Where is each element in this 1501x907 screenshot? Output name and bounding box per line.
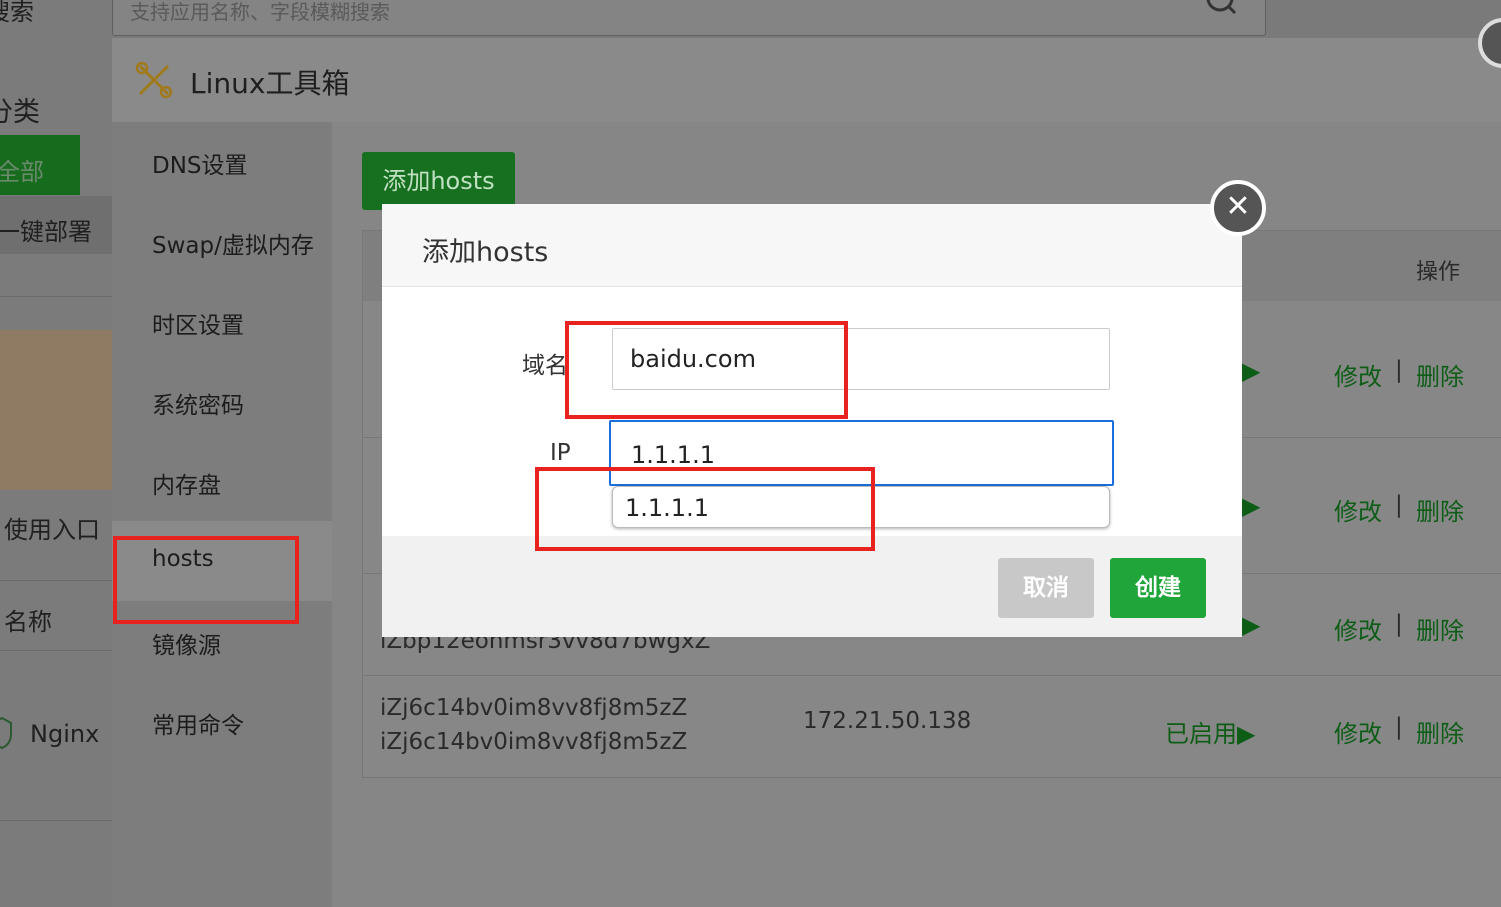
table-header-op: 操作	[1416, 260, 1461, 285]
annotation-box-domain	[565, 321, 848, 419]
add-hosts-button[interactable]: 添加hosts	[362, 152, 515, 210]
sidebar-item-mirror[interactable]: 镜像源	[152, 626, 221, 660]
app-recent-label: 使用入口	[4, 516, 100, 544]
app-divider	[0, 820, 112, 821]
host-name: iZj6c14bv0im8vv8fj8m5zZ	[380, 695, 688, 721]
status-toggle[interactable]: 已启用▶	[1165, 714, 1255, 749]
sidebar-item-commands[interactable]: 常用命令	[152, 706, 244, 740]
status-arrow-icon[interactable]: ▶	[1242, 357, 1260, 385]
shield-icon	[0, 716, 12, 750]
delete-link[interactable]: 删除	[1416, 492, 1464, 527]
close-icon[interactable]: ✕	[1210, 180, 1266, 236]
delete-link[interactable]: 删除	[1416, 611, 1464, 646]
app-search-placeholder: 支持应用名称、字段模糊搜索	[130, 0, 390, 24]
delete-link[interactable]: 删除	[1416, 714, 1464, 749]
sidebar-item-swap[interactable]: Swap/虚拟内存	[152, 226, 314, 260]
edit-link[interactable]: 修改	[1334, 611, 1382, 646]
edit-link[interactable]: 修改	[1334, 357, 1382, 392]
table-row-divider	[363, 675, 1501, 676]
host-ip: 172.21.50.138	[803, 708, 972, 734]
sidebar-item-password[interactable]: 系统密码	[152, 386, 244, 420]
edit-link[interactable]: 修改	[1334, 714, 1382, 749]
app-category-heading: 分类	[0, 97, 40, 128]
cancel-button[interactable]: 取消	[998, 558, 1094, 618]
create-button[interactable]: 创建	[1110, 558, 1206, 618]
link-separator: |	[1395, 492, 1403, 518]
dialog-title: 添加hosts	[422, 237, 549, 268]
delete-link[interactable]: 删除	[1416, 357, 1464, 392]
annotation-box-hosts	[113, 536, 299, 624]
app-banner	[0, 330, 112, 490]
annotation-box-suggestion	[535, 467, 875, 551]
app-divider	[0, 296, 112, 297]
app-name-label: 名称	[4, 608, 52, 636]
link-separator: |	[1395, 611, 1403, 637]
status-arrow-icon[interactable]: ▶	[1242, 492, 1260, 520]
ip-label: IP	[550, 440, 571, 466]
app-category-deploy[interactable]: 一键部署	[0, 212, 92, 247]
host-alias: iZj6c14bv0im8vv8fj8m5zZ	[380, 729, 688, 755]
app-divider	[0, 650, 112, 651]
app-plugin-label[interactable]: Nginx	[30, 720, 99, 748]
app-category-all[interactable]: 全部	[0, 152, 44, 187]
sidebar-item-dns[interactable]: DNS设置	[152, 146, 248, 180]
edit-link[interactable]: 修改	[1334, 492, 1382, 527]
toolbox-title: Linux工具箱	[190, 67, 350, 100]
domain-label: 域名	[522, 353, 568, 379]
tools-icon	[135, 61, 173, 99]
app-search-label: 搜索	[0, 0, 34, 26]
app-divider	[0, 580, 112, 581]
link-separator: |	[1395, 714, 1403, 740]
status-arrow-icon[interactable]: ▶	[1242, 611, 1260, 639]
link-separator: |	[1395, 357, 1403, 383]
sidebar-item-ramdisk[interactable]: 内存盘	[152, 466, 221, 500]
search-icon[interactable]	[1206, 0, 1236, 18]
sidebar-item-timezone[interactable]: 时区设置	[152, 306, 244, 340]
